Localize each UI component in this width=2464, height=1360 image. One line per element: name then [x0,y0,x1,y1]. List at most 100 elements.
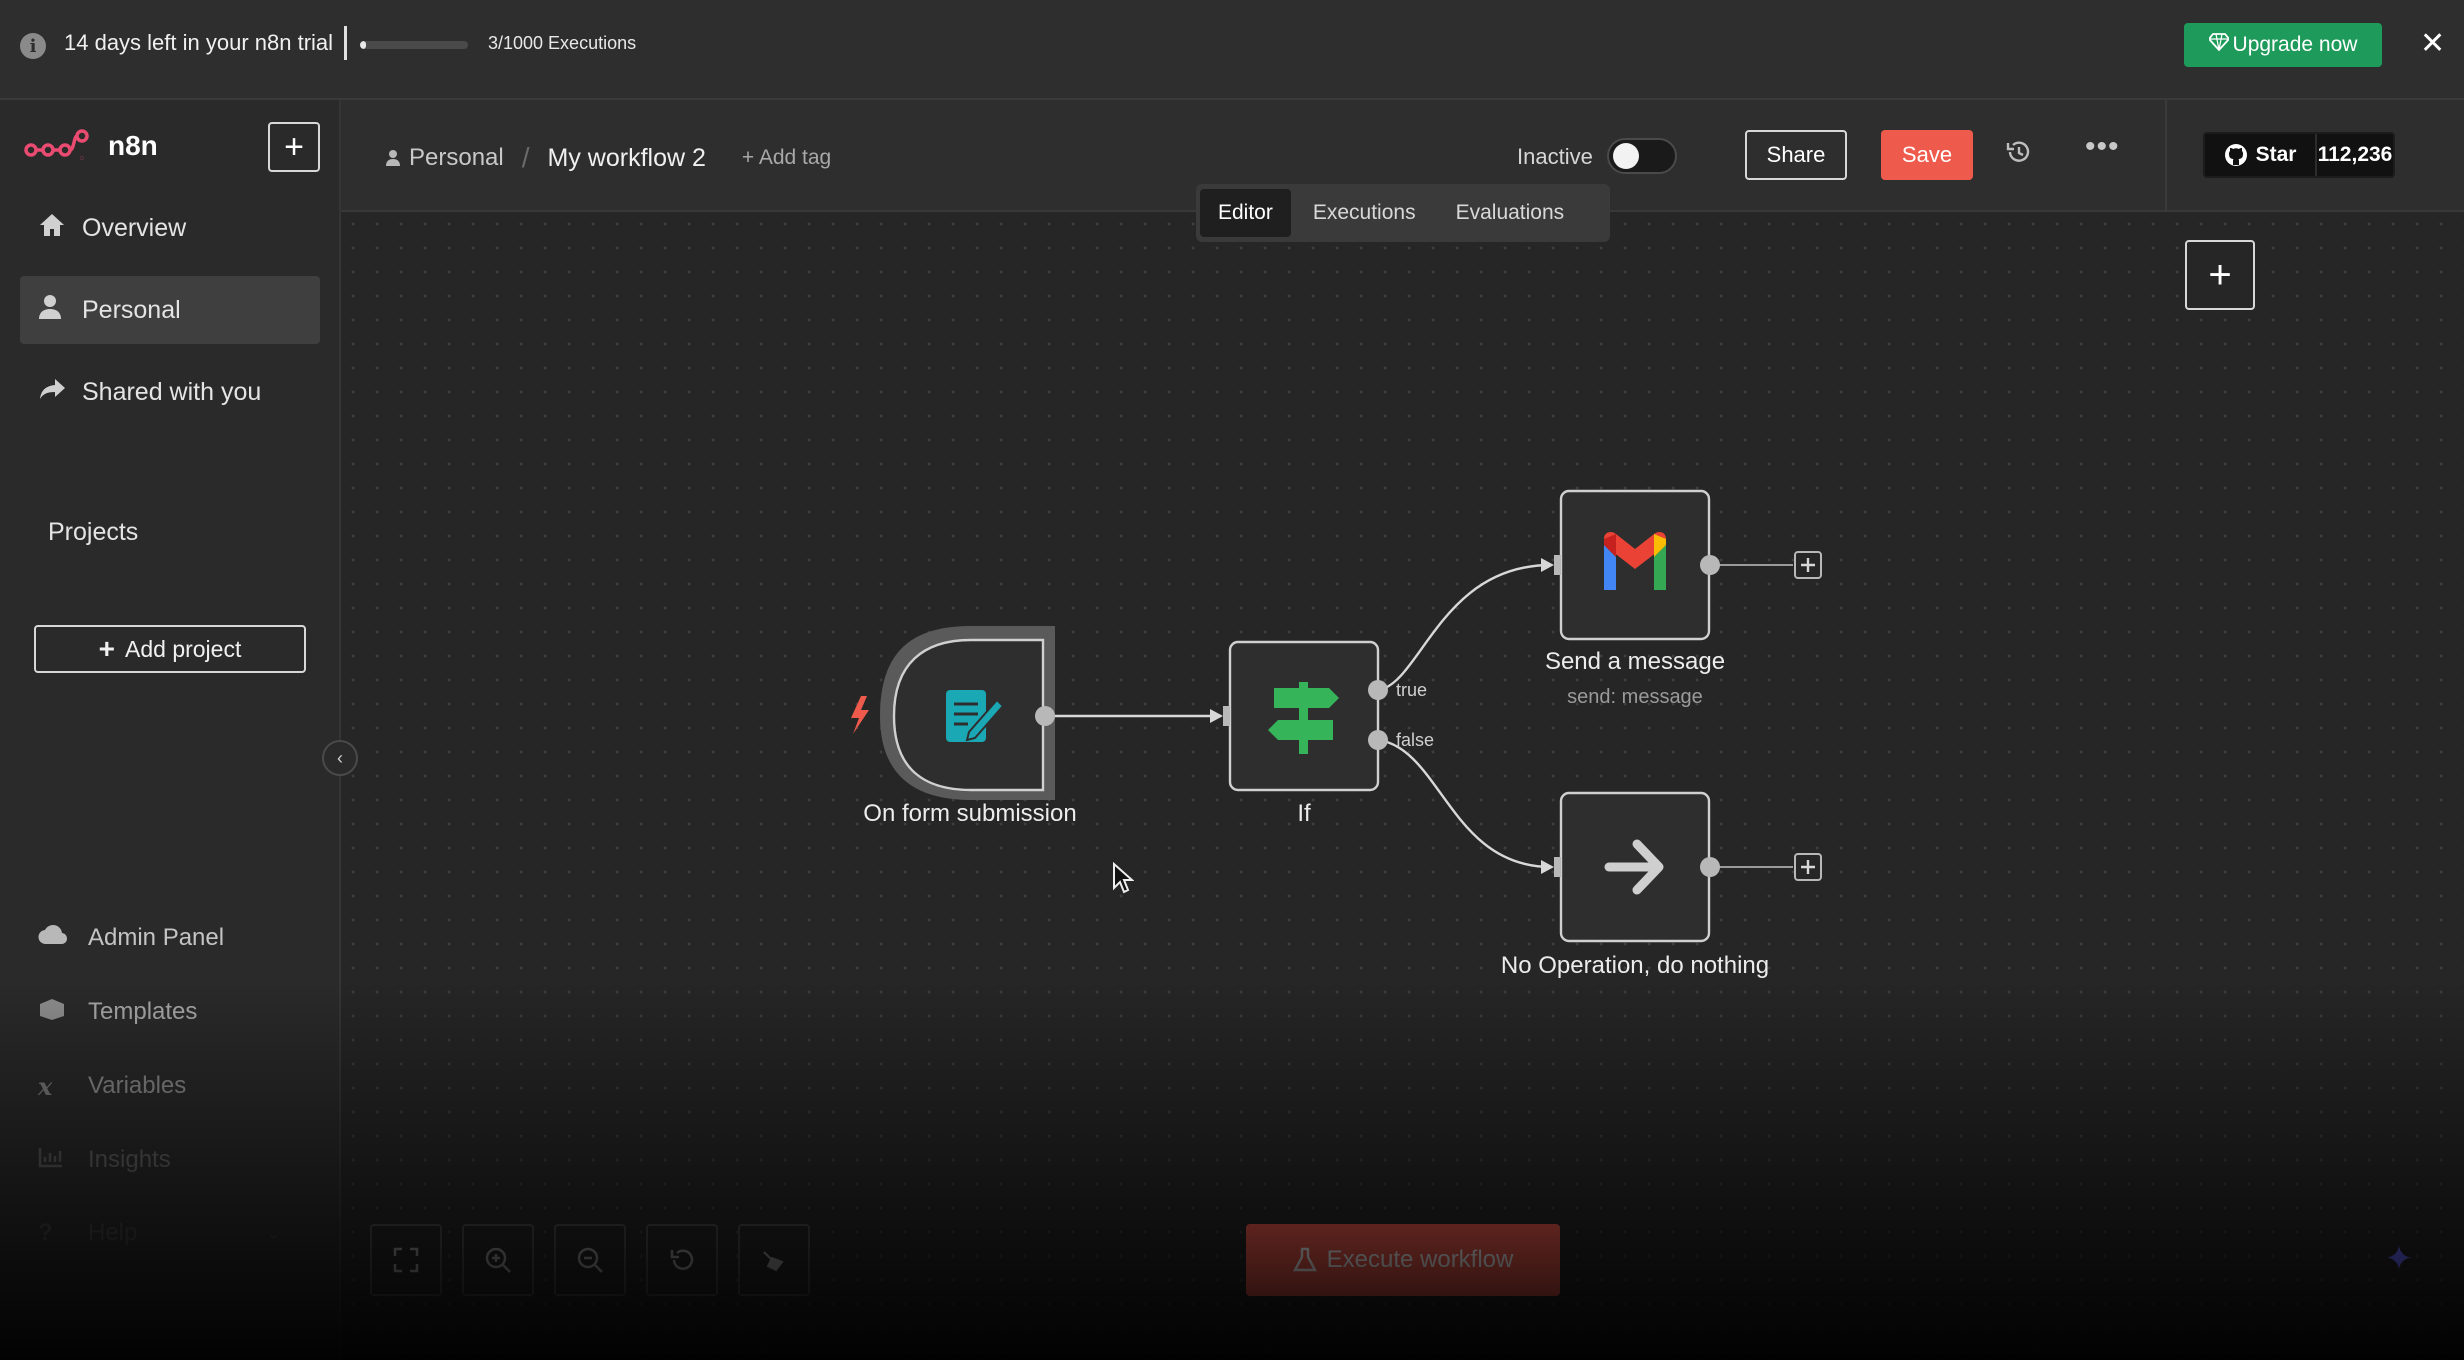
help-icon: ? [38,1219,53,1246]
share-icon [38,377,82,408]
breadcrumb: Personal / My workflow 2 + Add tag [385,142,831,174]
nav-personal[interactable]: Personal [20,276,320,344]
gem-icon [2207,33,2230,57]
user-icon [38,294,82,327]
nav-shared-label: Shared with you [82,377,262,406]
add-tag-link[interactable]: + Add tag [742,146,831,170]
share-button[interactable]: Share [1745,130,1847,180]
fit-view-button[interactable] [370,1224,442,1296]
add-project-button[interactable]: + Add project [34,625,306,673]
node-send-a-message[interactable] [1554,489,1711,641]
n8n-logo[interactable]: n8n [24,128,158,164]
tab-evaluations[interactable]: Evaluations [1438,189,1583,237]
broom-icon [763,1251,784,1272]
nav-templates[interactable]: Templates [20,987,320,1037]
nav-help-label: Help [88,1219,138,1246]
add-next-node-noop[interactable] [1794,853,1822,881]
output-handle-false[interactable] [1368,730,1388,750]
nav-variables[interactable]: x Variables [20,1061,320,1111]
workflow-canvas[interactable]: + true false On form submission If Send … [341,212,2464,1360]
input-handle[interactable] [1554,555,1561,575]
header-divider [2165,100,2167,212]
nav-admin-panel[interactable]: Admin Panel [20,913,320,963]
branch-label-false: false [1396,730,1435,750]
collapse-sidebar-icon[interactable]: ‹ [322,740,358,776]
activate-toggle[interactable] [1607,138,1677,174]
tab-executions[interactable]: Executions [1295,189,1434,237]
execute-workflow-label: Execute workflow [1326,1246,1514,1273]
tidy-up-button[interactable] [738,1224,810,1296]
nav-overview[interactable]: Overview [20,194,320,262]
breadcrumb-separator: / [521,142,530,173]
github-star-button[interactable]: Star 112,236 [2203,132,2395,178]
breadcrumb-project[interactable]: Personal [385,144,504,172]
more-options-icon[interactable]: ••• [2085,130,2120,164]
n8n-logo-icon [24,129,89,160]
user-icon [386,150,400,166]
save-button[interactable]: Save [1881,130,1973,180]
executions-count: 3/1000 Executions [488,33,637,53]
nav-variables-label: Variables [88,1072,187,1099]
upgrade-label: Upgrade now [2232,33,2358,56]
input-handle[interactable] [1223,706,1230,726]
view-tabs: Editor Executions Evaluations [1196,184,1610,242]
execute-workflow-button[interactable]: Execute workflow [1246,1224,1560,1296]
fit-view-icon [393,1247,419,1273]
reset-zoom-button[interactable] [646,1224,718,1296]
output-handle[interactable] [1700,857,1720,877]
github-star-label-group: Star [2205,134,2315,176]
zoom-in-icon [485,1247,511,1273]
variable-icon: x [38,1071,53,1101]
breadcrumb-project-label: Personal [409,144,504,171]
node-no-operation[interactable] [1554,791,1711,943]
workflow-graph [851,489,1822,943]
node-if[interactable] [1223,640,1380,792]
zoom-in-button[interactable] [462,1224,534,1296]
undo-icon [670,1249,694,1270]
history-icon[interactable] [2005,138,2033,173]
tab-editor[interactable]: Editor [1200,189,1291,237]
flask-icon [1292,1247,1317,1272]
workflow-name[interactable]: My workflow 2 [548,144,706,173]
info-icon: i [20,33,46,59]
output-handle[interactable] [1700,555,1720,575]
nav-insights[interactable]: Insights [20,1135,320,1185]
node-subtitle-gmail: send: message [1567,686,1703,708]
ai-assistant-icon[interactable]: ✦ [2366,1226,2432,1292]
node-label-form: On form submission [863,800,1077,827]
input-handle[interactable] [1554,857,1561,877]
nav-overview-label: Overview [82,213,187,242]
nav-insights-label: Insights [88,1146,171,1173]
nav-personal-label: Personal [82,295,181,324]
box-icon [38,998,88,1027]
github-star-label: Star [2255,143,2297,166]
add-next-node-gmail[interactable] [1794,551,1822,579]
branch-label-true: true [1396,680,1428,700]
zoom-out-icon [577,1247,603,1273]
executions-progress-fill [360,41,367,49]
output-handle[interactable] [1035,706,1055,726]
arrowhead [1210,709,1223,723]
nav-help[interactable]: ? Help ⌄ [20,1208,320,1258]
sidebar: n8n + Overview Personal Shared with you … [0,100,341,1360]
mouse-cursor-icon [1112,861,1135,899]
nav-templates-label: Templates [88,998,198,1025]
close-banner-icon[interactable]: ✕ [2420,26,2445,61]
upgrade-button[interactable]: Upgrade now [2184,23,2382,67]
arrowhead [1541,860,1554,874]
trial-days-text: 14 days left in your n8n trial [64,30,334,55]
create-new-button[interactable]: + [268,122,320,172]
output-handle-true[interactable] [1368,680,1388,700]
node-label-if: If [1297,800,1311,827]
projects-heading: Projects [48,518,139,546]
zoom-out-button[interactable] [554,1224,626,1296]
github-icon [2224,144,2247,166]
brand-name: n8n [108,130,158,161]
cloud-icon [38,924,88,952]
node-on-form-submission[interactable] [880,626,1055,800]
nav-shared[interactable]: Shared with you [20,358,320,426]
nav-admin-panel-label: Admin Panel [88,924,225,951]
banner-divider [344,26,347,60]
arrowhead [1541,558,1554,572]
trial-banner: i 14 days left in your n8n trial 3/1000 … [0,0,2464,100]
